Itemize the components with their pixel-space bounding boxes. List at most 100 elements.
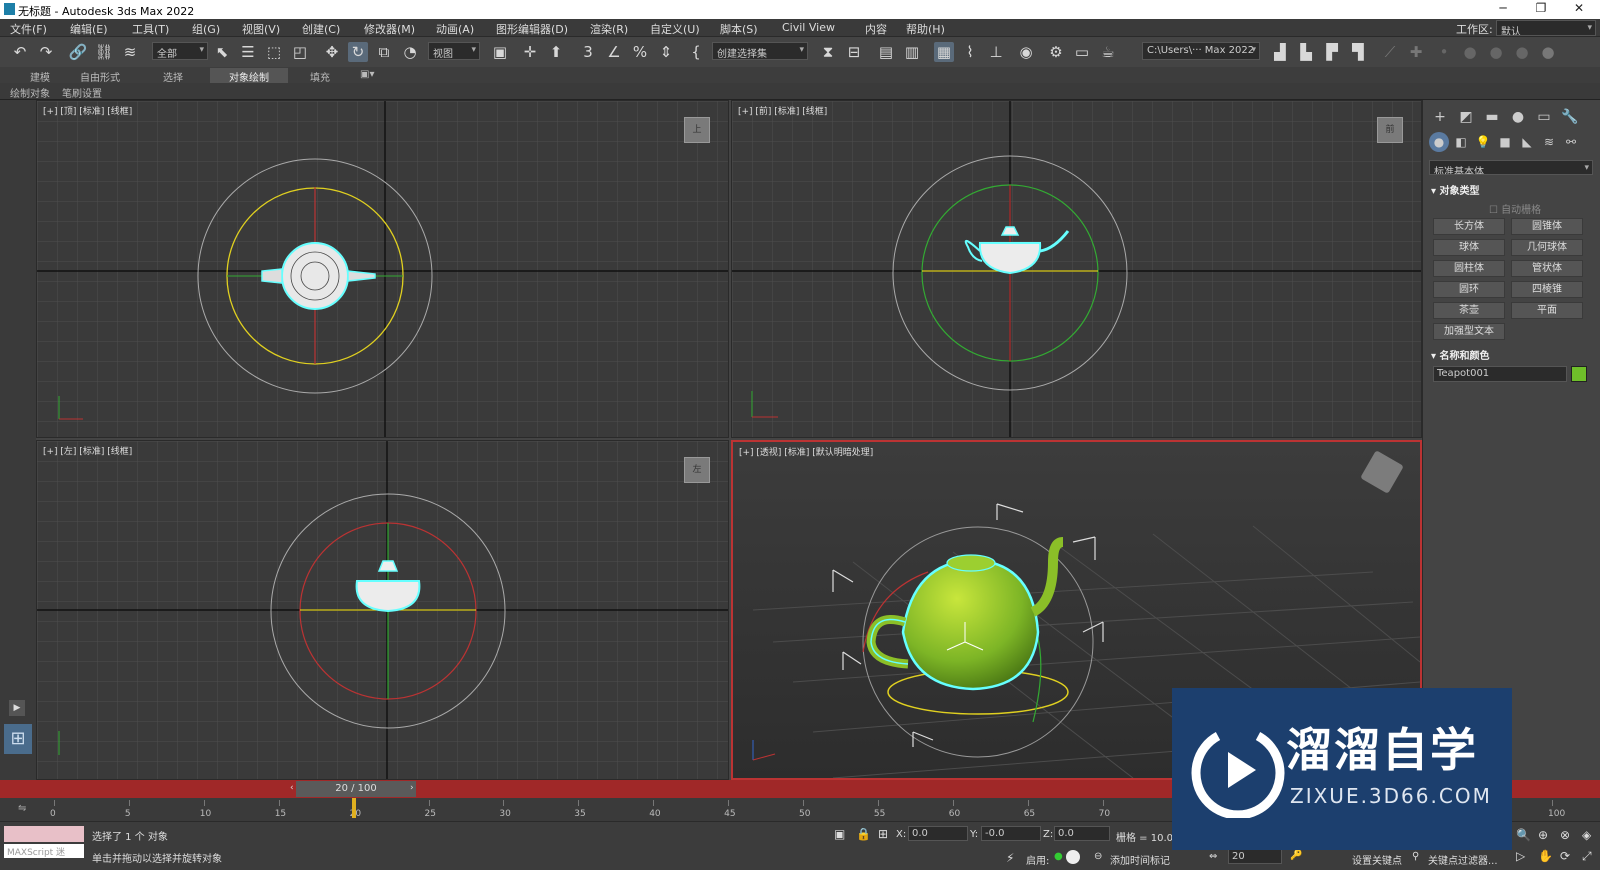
snap-cross-icon[interactable]: ✚ [1406,42,1426,62]
absolute-mode-icon[interactable]: ⊞ [878,827,888,841]
brush-icon[interactable]: ⟋ [1380,42,1400,62]
align-icon[interactable]: ⊟ [844,42,864,62]
render-production-icon[interactable]: ☕ [1098,42,1118,62]
curve-editor-icon[interactable]: ⌇ [960,42,980,62]
maxscript-listener[interactable] [4,826,84,842]
expand-icon[interactable]: ▶ [9,700,25,716]
menu-edit[interactable]: 编辑(E) [70,21,108,37]
project-folder-icon[interactable]: ▟ [1270,42,1290,62]
textplus-button[interactable]: 加强型文本 [1433,323,1505,340]
geometry-category-dropdown[interactable]: 标准基本体 [1429,160,1593,175]
spacewarps-icon[interactable]: ≋ [1539,132,1559,152]
ribbon-options-icon[interactable]: ▣▾ [352,68,382,81]
workspace-dropdown[interactable]: 默认 [1496,20,1596,36]
time-tag-icon[interactable]: ⊖ [1094,851,1102,862]
lights-icon[interactable]: 💡 [1473,132,1493,152]
menu-civil-view[interactable]: Civil View [782,21,835,34]
pivot-center-icon[interactable]: ▣ [490,42,510,62]
viewport-left-label[interactable]: [+] [左] [标准] [线框] [43,444,132,457]
zoom-extents-icon[interactable]: ⊗ [1560,828,1570,842]
pan-icon[interactable]: ✋ [1538,849,1553,863]
x-coordinate-field[interactable]: 0.0 [908,826,968,841]
display-tab-icon[interactable]: ▭ [1533,106,1555,128]
close-icon[interactable]: ✕ [1566,1,1592,15]
tube-button[interactable]: 管状体 [1511,260,1583,277]
geosphere-button[interactable]: 几何球体 [1511,239,1583,256]
spinner-snap-icon[interactable]: ⇕ [656,42,676,62]
cone-button[interactable]: 圆锥体 [1511,218,1583,235]
menu-create[interactable]: 创建(C) [302,21,340,37]
rotate-icon[interactable]: ↻ [348,42,368,62]
shapes-icon[interactable]: ◧ [1451,132,1471,152]
sphere-button[interactable]: 球体 [1433,239,1505,256]
isolate-icon[interactable]: ▣ [834,827,845,841]
viewcube-top[interactable]: 上 [684,117,710,143]
name-color-header[interactable]: ▾ 名称和颜色 [1431,347,1490,362]
menu-modifiers[interactable]: 修改器(M) [364,21,415,37]
zoom-all-icon[interactable]: ⊕ [1538,828,1548,842]
viewcube-left[interactable]: 左 [684,457,710,483]
viewport-perspective-label[interactable]: [+] [透视] [标准] [默认明暗处理] [739,445,873,458]
circle-xlarge-icon[interactable]: ● [1538,42,1558,62]
menu-help[interactable]: 帮助(H) [906,21,945,37]
pyramid-button[interactable]: 四棱锥 [1511,281,1583,298]
menu-file[interactable]: 文件(F) [10,21,47,37]
create-tab-icon[interactable]: + [1429,106,1451,128]
layer-explorer-icon[interactable]: ▥ [902,42,922,62]
snap-toggle-icon[interactable]: 3 [578,42,598,62]
move-icon[interactable]: ✥ [322,42,342,62]
modify-tab-icon[interactable]: ◩ [1455,106,1477,128]
viewport-left[interactable]: [+] [左] [标准] [线框] 左 [36,440,729,780]
helpers-icon[interactable]: ◣ [1517,132,1537,152]
named-selection-dropdown[interactable]: 创建选择集 [712,42,808,60]
motion-tab-icon[interactable]: ● [1507,106,1529,128]
cameras-icon[interactable]: ■ [1495,132,1515,152]
menu-customize[interactable]: 自定义(U) [650,21,700,37]
enable-dot-icon[interactable]: ● [1054,851,1063,862]
render-setup-icon[interactable]: ⚙ [1046,42,1066,62]
z-coordinate-field[interactable]: 0.0 [1054,826,1110,841]
time-slider[interactable]: 20 / 100 [296,781,416,797]
paint-objects-panel[interactable]: 绘制对象 [4,84,56,101]
plane-button[interactable]: 平面 [1511,302,1583,319]
add-time-tag-link[interactable]: 添加时间标记 [1110,852,1170,867]
systems-icon[interactable]: ⚯ [1561,132,1581,152]
minimize-icon[interactable]: ─ [1490,1,1516,15]
menu-views[interactable]: 视图(V) [242,21,280,37]
zoom-icon[interactable]: 🔍 [1516,828,1531,842]
open-project-icon[interactable]: ▙ [1296,42,1316,62]
current-frame-marker[interactable] [352,798,356,818]
hierarchy-tab-icon[interactable]: ▬ [1481,106,1503,128]
object-name-field[interactable]: Teapot001 [1433,366,1567,382]
material-editor-icon[interactable]: ◉ [1016,42,1036,62]
undo-icon[interactable]: ↶ [10,42,30,62]
viewport-top[interactable]: [+] [顶] [标准] [线框] 上 [36,100,729,438]
menu-rendering[interactable]: 渲染(R) [590,21,628,37]
bind-space-warp-icon[interactable]: ≋ [120,42,140,62]
edit-named-sets-icon[interactable]: { [686,42,706,62]
box-button[interactable]: 长方体 [1433,218,1505,235]
circle-large-icon[interactable]: ● [1512,42,1532,62]
prev-frame-icon[interactable]: ‹ [290,783,294,793]
circle-medium-icon[interactable]: ● [1486,42,1506,62]
viewport-front[interactable]: [+] [前] [标准] [线框] 前 [731,100,1422,438]
teapot-button[interactable]: 茶壶 [1433,302,1505,319]
geometry-icon[interactable]: ● [1429,132,1449,152]
menu-group[interactable]: 组(G) [192,21,220,37]
percent-snap-icon[interactable]: % [630,42,650,62]
angle-snap-icon[interactable]: ∠ [604,42,624,62]
lock-icon[interactable]: 🔒 [856,827,871,841]
dot-icon[interactable]: • [1434,42,1454,62]
y-coordinate-field[interactable]: -0.0 [981,826,1041,841]
current-frame-field[interactable]: 20 [1228,849,1282,864]
menu-graph-editors[interactable]: 图形编辑器(D) [496,21,568,37]
select-manipulate-icon[interactable]: ✛ [520,42,540,62]
toggle-ribbon-icon[interactable]: ▦ [934,42,954,62]
zoom-extents-all-icon[interactable]: ◈ [1582,828,1591,842]
viewcube-front[interactable]: 前 [1377,117,1403,143]
menu-tools[interactable]: 工具(T) [132,21,169,37]
rendered-frame-icon[interactable]: ▭ [1072,42,1092,62]
maxscript-input[interactable]: MAXScript 迷 [4,844,84,858]
window-crossing-icon[interactable]: ◰ [290,42,310,62]
rect-selection-icon[interactable]: ⬚ [264,42,284,62]
